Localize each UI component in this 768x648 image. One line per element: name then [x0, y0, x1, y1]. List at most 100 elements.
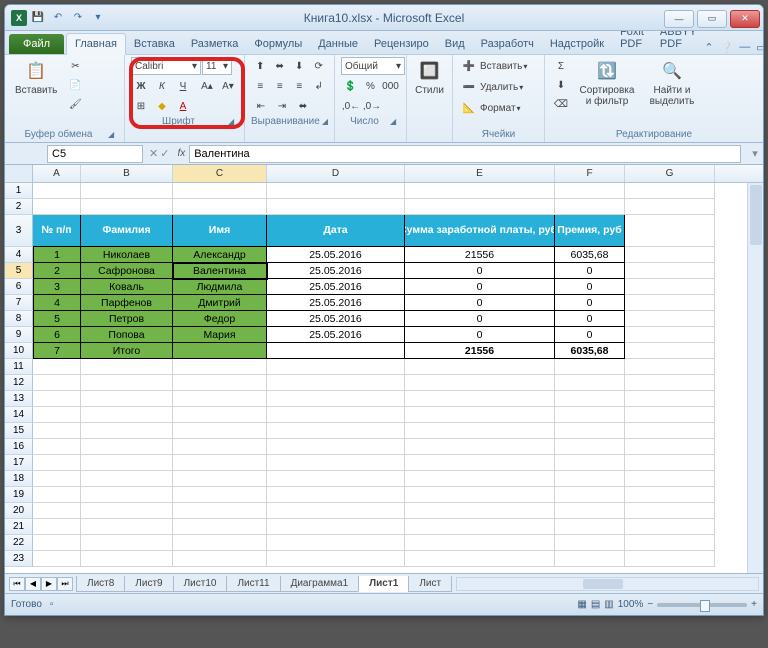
row-header[interactable]: 7 — [5, 295, 33, 311]
cell[interactable] — [173, 535, 267, 551]
macro-record-icon[interactable]: ▫ — [50, 599, 54, 610]
orientation-icon[interactable]: ⟳ — [310, 57, 329, 75]
cell[interactable]: № п/п — [33, 215, 81, 247]
cell[interactable] — [33, 199, 81, 215]
wrap-text-icon[interactable]: ↲ — [310, 77, 329, 95]
cell[interactable] — [405, 183, 555, 199]
cell[interactable]: Коваль — [81, 279, 173, 295]
row-header[interactable]: 10 — [5, 343, 33, 359]
cell[interactable] — [33, 487, 81, 503]
cell[interactable] — [625, 311, 715, 327]
cell[interactable] — [625, 327, 715, 343]
cell[interactable]: 0 — [405, 263, 555, 279]
clipboard-launcher-icon[interactable]: ◢ — [108, 130, 118, 140]
cell[interactable]: Итого — [81, 343, 173, 359]
cell[interactable]: 0 — [555, 311, 625, 327]
tab-developer[interactable]: Разработч — [473, 34, 542, 54]
cell[interactable] — [267, 183, 405, 199]
cell[interactable] — [33, 359, 81, 375]
tab-formulas[interactable]: Формулы — [246, 34, 310, 54]
cell[interactable] — [81, 551, 173, 567]
cell[interactable] — [81, 471, 173, 487]
cell[interactable] — [81, 375, 173, 391]
cell[interactable] — [405, 391, 555, 407]
italic-button[interactable]: К — [152, 77, 172, 95]
cell[interactable] — [405, 503, 555, 519]
col-header-G[interactable]: G — [625, 165, 715, 182]
zoom-slider[interactable] — [657, 603, 747, 607]
cell[interactable] — [625, 279, 715, 295]
cell[interactable]: 0 — [405, 327, 555, 343]
insert-cells-icon[interactable]: ➕ — [459, 57, 479, 75]
cell[interactable] — [405, 535, 555, 551]
tab-data[interactable]: Данные — [310, 34, 366, 54]
format-painter-icon[interactable]: 🖌 — [65, 95, 85, 113]
cell[interactable] — [33, 439, 81, 455]
cell[interactable]: 1 — [33, 247, 81, 263]
cell[interactable]: Сафронова — [81, 263, 173, 279]
cell[interactable] — [555, 407, 625, 423]
cell[interactable] — [625, 375, 715, 391]
cell[interactable]: 0 — [555, 263, 625, 279]
align-center-icon[interactable]: ≡ — [271, 77, 290, 95]
cell[interactable] — [33, 471, 81, 487]
redo-icon[interactable]: ↷ — [69, 9, 87, 27]
cell[interactable]: Николаев — [81, 247, 173, 263]
cancel-formula-icon[interactable]: ✕ — [149, 147, 158, 160]
row-header[interactable]: 2 — [5, 199, 33, 215]
underline-button[interactable]: Ч — [173, 77, 193, 95]
cell[interactable]: 0 — [555, 295, 625, 311]
number-format-combo[interactable]: Общий▾ — [341, 57, 405, 75]
close-button[interactable]: ✕ — [730, 10, 760, 28]
cell[interactable] — [33, 519, 81, 535]
cell[interactable] — [81, 535, 173, 551]
delete-cells-button[interactable]: Удалить — [480, 82, 518, 93]
cell[interactable]: Дмитрий — [173, 295, 267, 311]
minimize-button[interactable]: — — [664, 10, 694, 28]
cell[interactable] — [33, 407, 81, 423]
copy-icon[interactable]: 📄 — [65, 76, 85, 94]
name-box[interactable]: C5 — [47, 145, 143, 163]
cell[interactable]: 25.05.2016 — [267, 247, 405, 263]
doc-minimize-icon[interactable]: — — [739, 41, 750, 54]
cell[interactable] — [33, 455, 81, 471]
cell[interactable]: 25.05.2016 — [267, 263, 405, 279]
align-bottom-icon[interactable]: ⬇ — [290, 57, 309, 75]
cell[interactable] — [173, 503, 267, 519]
autosum-icon[interactable]: Σ — [551, 57, 571, 75]
cell[interactable] — [173, 199, 267, 215]
cell[interactable] — [625, 391, 715, 407]
border-button[interactable]: ⊞ — [131, 97, 151, 115]
sheet-tab[interactable]: Лист — [408, 576, 452, 592]
sheet-tab[interactable]: Лист1 — [358, 576, 409, 592]
cell[interactable] — [625, 263, 715, 279]
cell[interactable] — [267, 423, 405, 439]
row-header[interactable]: 8 — [5, 311, 33, 327]
cell[interactable] — [267, 199, 405, 215]
cell[interactable]: Дата — [267, 215, 405, 247]
sheet-nav-next-icon[interactable]: ▶ — [41, 577, 57, 591]
cell[interactable]: 3 — [33, 279, 81, 295]
format-cells-icon[interactable]: 📐 — [459, 99, 479, 117]
cell[interactable]: 21556 — [405, 343, 555, 359]
cell[interactable]: Фамилия — [81, 215, 173, 247]
sheet-nav-prev-icon[interactable]: ◀ — [25, 577, 41, 591]
horizontal-scrollbar[interactable] — [456, 577, 759, 591]
zoom-level[interactable]: 100% — [618, 599, 644, 610]
cell[interactable] — [267, 407, 405, 423]
cell[interactable] — [625, 535, 715, 551]
align-middle-icon[interactable]: ⬌ — [271, 57, 290, 75]
font-name-combo[interactable]: Calibri▾ — [131, 57, 201, 75]
cut-icon[interactable]: ✂ — [65, 57, 85, 75]
cell[interactable] — [555, 359, 625, 375]
select-all-corner[interactable] — [5, 165, 33, 182]
vertical-scrollbar[interactable] — [747, 183, 763, 573]
cell[interactable] — [555, 535, 625, 551]
cell[interactable] — [173, 359, 267, 375]
cell[interactable] — [625, 247, 715, 263]
sheet-tab[interactable]: Диаграмма1 — [280, 576, 360, 592]
sheet-tab[interactable]: Лист10 — [173, 576, 228, 592]
shrink-font-button[interactable]: A▾ — [218, 77, 238, 95]
cell[interactable]: Сумма заработной платы, руб. — [405, 215, 555, 247]
cell[interactable] — [405, 359, 555, 375]
